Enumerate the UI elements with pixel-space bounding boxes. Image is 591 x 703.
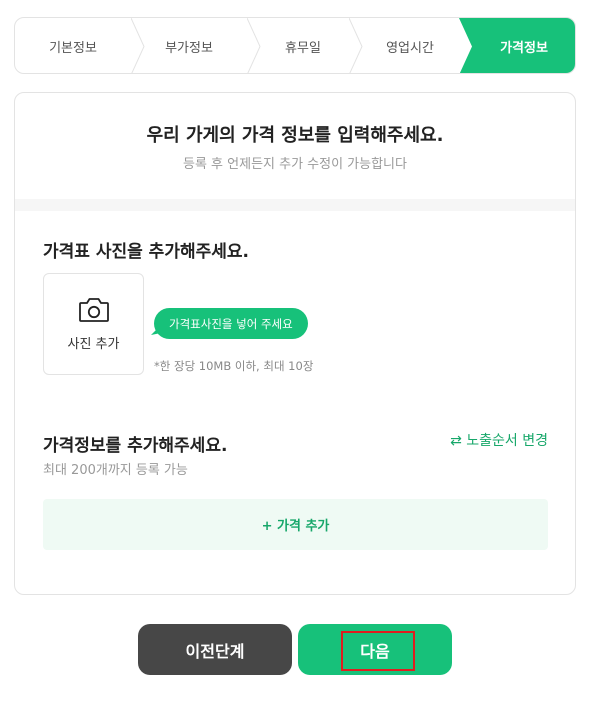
page-subtitle: 등록 후 언제든지 추가 수정이 가능합니다 [183,157,407,172]
step-label: 부가정보 [165,41,213,56]
camera-icon [78,297,109,322]
add-price-button[interactable]: + 가격 추가 [43,499,548,550]
previous-step-button[interactable]: 이전단계 [138,624,292,675]
step-label: 영업시간 [386,41,434,56]
add-photo-label: 사진 추가 [67,336,120,352]
step-label: 기본정보 [49,41,97,56]
step-progress-bar: 기본정보 부가정보 휴무일 영업시간 가격정보 [14,17,576,74]
step-business-hours[interactable]: 영업시간 [349,18,471,73]
step-holidays[interactable]: 휴무일 [247,18,359,73]
step-extra-info[interactable]: 부가정보 [131,18,247,73]
add-photo-button[interactable]: 사진 추가 [43,273,144,375]
photo-section-title: 가격표 사진을 추가해주세요. [43,242,249,262]
step-label: 가격정보 [500,41,548,56]
price-limit-text: 최대 200개까지 등록 가능 [43,463,188,478]
step-label: 휴무일 [285,41,321,56]
photo-limit-note: *한 장당 10MB 이하, 최대 10장 [154,359,314,373]
step-price-info[interactable]: 가격정보 [471,18,575,73]
step-basic-info[interactable]: 기본정보 [15,18,131,73]
page-title: 우리 가게의 가격 정보를 입력해주세요. [146,125,444,146]
price-info-card: 우리 가게의 가격 정보를 입력해주세요. 등록 후 언제든지 추가 수정이 가… [14,92,576,595]
reorder-button[interactable]: ⇄ 노출순서 변경 [450,430,548,450]
price-section-title: 가격정보를 추가해주세요. [43,436,228,456]
highlight-box [341,631,415,671]
section-divider [15,199,575,211]
photo-hint-bubble: 가격표사진을 넣어 주세요 [154,308,308,339]
